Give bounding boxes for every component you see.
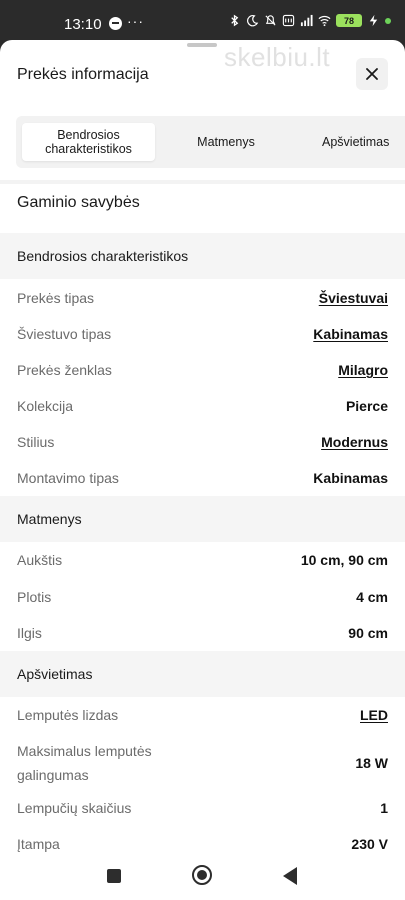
privacy-indicator-icon — [385, 17, 391, 24]
sheet-title: Prekės informacija — [17, 66, 149, 83]
spec-value-link[interactable]: LED — [360, 707, 388, 723]
recent-apps-icon[interactable] — [107, 869, 121, 883]
close-icon — [366, 68, 378, 80]
bluetooth-icon — [231, 14, 239, 27]
section-dimensions-heading: Matmenys — [0, 496, 405, 542]
spec-row: Montavimo tipas Kabinamas — [0, 466, 405, 490]
more-notifications-icon: ··· — [127, 13, 144, 29]
spec-row: Įtampa 230 V — [0, 832, 405, 852]
spec-row: Aukštis 10 cm, 90 cm — [0, 548, 405, 572]
spec-row: Šviestuvo tipas Kabinamas — [0, 322, 405, 346]
tab-general[interactable]: Bendrosios charakteristikos — [22, 123, 155, 161]
spec-label: Prekės ženklas — [17, 362, 112, 378]
spec-value-link[interactable]: Milagro — [338, 362, 388, 378]
spec-label: Plotis — [17, 589, 52, 605]
spec-value: 10 cm, 90 cm — [300, 552, 388, 568]
spec-value-link[interactable]: Modernus — [321, 434, 388, 450]
product-info-sheet: skelbiu.lt Prekės informacija Bendrosios… — [0, 40, 405, 852]
spec-label: Montavimo tipas — [17, 470, 119, 486]
status-bar: 13:10 ··· 78 — [0, 0, 405, 40]
spec-value: 4 cm — [356, 589, 388, 605]
section-general-heading: Bendrosios charakteristikos — [0, 233, 405, 279]
spec-value: 90 cm — [348, 625, 388, 641]
messenger-icon — [109, 17, 122, 30]
spec-value-link[interactable]: Šviestuvai — [319, 290, 388, 306]
status-icons: 78 — [228, 14, 391, 27]
back-icon[interactable] — [283, 867, 297, 885]
tabs-bar: Bendrosios charakteristikos Matmenys Apš… — [16, 116, 405, 168]
data-icon — [282, 14, 295, 27]
spec-value: 230 V — [351, 836, 388, 852]
wifi-icon — [318, 15, 331, 27]
spec-value: Kabinamas — [313, 470, 388, 486]
spec-value: 18 W — [355, 755, 388, 771]
spec-label: Ilgis — [17, 625, 42, 641]
spec-value-link[interactable]: Kabinamas — [313, 326, 388, 342]
spec-row: Lemputės lizdas LED — [0, 703, 405, 727]
close-button[interactable] — [356, 58, 388, 90]
do-not-disturb-icon — [247, 14, 259, 27]
product-features-heading: Gaminio savybės — [17, 194, 140, 211]
spec-label: Maksimalus lemputės galingumas — [17, 743, 152, 783]
spec-row: Stilius Modernus — [0, 430, 405, 454]
charging-icon — [369, 14, 378, 27]
spec-row: Prekės tipas Šviestuvai — [0, 286, 405, 310]
spec-label: Aukštis — [17, 552, 63, 568]
spec-label: Prekės tipas — [17, 290, 95, 306]
alarm-off-icon — [265, 15, 276, 26]
divider — [0, 180, 405, 184]
spec-label: Lempučių skaičius — [17, 800, 132, 816]
spec-label: Lemputės lizdas — [17, 707, 119, 723]
spec-row: Maksimalus lemputės galingumas 18 W — [0, 738, 405, 788]
spec-row: Plotis 4 cm — [0, 585, 405, 609]
signal-icon — [300, 14, 313, 27]
spec-label: Įtampa — [17, 836, 60, 852]
section-lighting-heading: Apšvietimas — [0, 651, 405, 697]
spec-label: Šviestuvo tipas — [17, 326, 112, 342]
spec-row: Prekės ženklas Milagro — [0, 358, 405, 382]
spec-label: Kolekcija — [17, 398, 74, 414]
spec-value: Pierce — [345, 398, 388, 414]
spec-row: Kolekcija Pierce — [0, 394, 405, 418]
sheet-header: Prekės informacija — [0, 40, 405, 112]
battery-icon: 78 — [336, 14, 362, 27]
spec-row: Lempučių skaičius 1 — [0, 796, 405, 820]
spec-label: Stilius — [17, 434, 55, 450]
home-icon[interactable] — [192, 865, 212, 885]
tab-dimensions[interactable]: Matmenys — [176, 123, 276, 161]
status-time: 13:10 — [64, 16, 102, 33]
spec-value: 1 — [380, 800, 388, 816]
system-nav-bar — [0, 852, 405, 900]
tab-lighting[interactable]: Apšvietimas — [322, 123, 405, 161]
spec-row: Ilgis 90 cm — [0, 621, 405, 645]
